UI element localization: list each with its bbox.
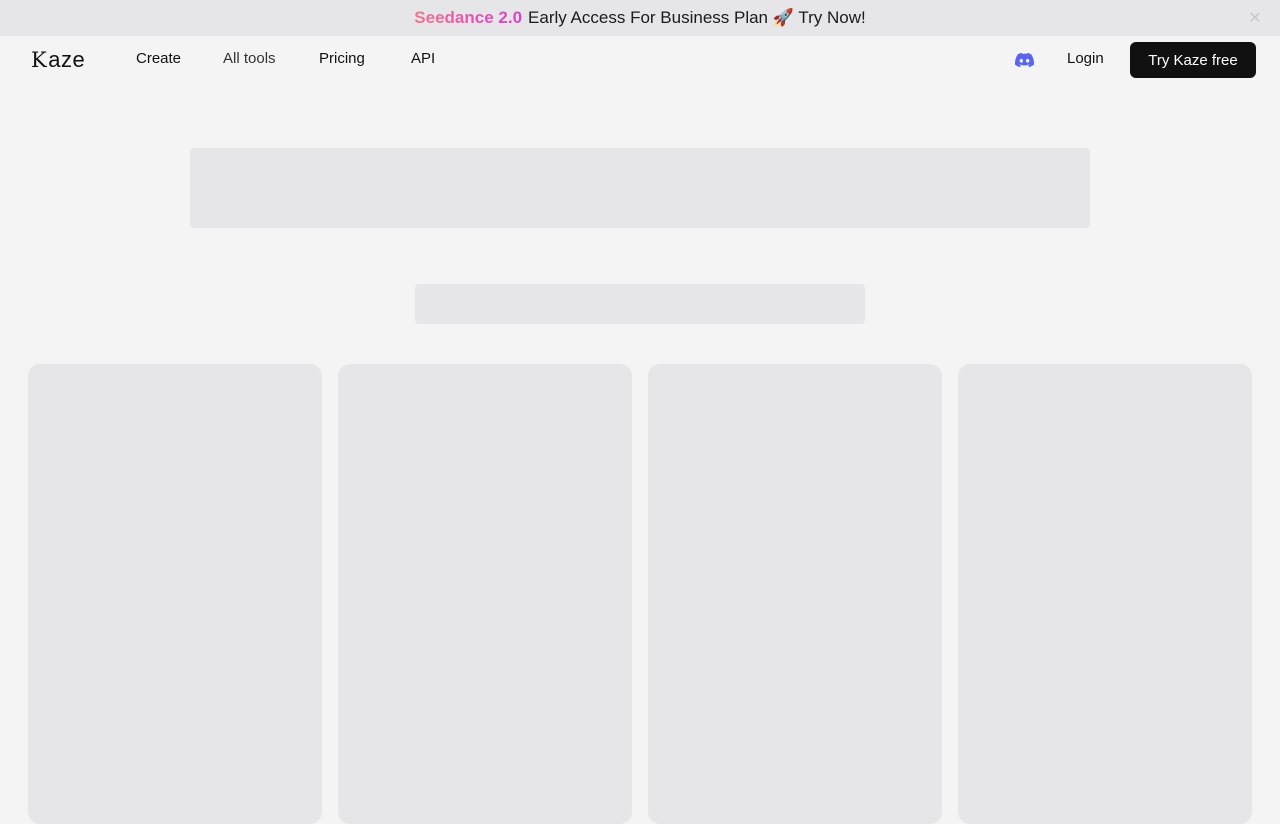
- login-link[interactable]: Login: [1067, 50, 1104, 67]
- try-free-button[interactable]: Try Kaze free: [1130, 42, 1256, 78]
- card-skeleton: [28, 364, 322, 824]
- promo-message[interactable]: Early Access For Business Plan 🚀 Try Now…: [528, 8, 866, 28]
- title-skeleton: [190, 148, 1090, 228]
- nav-api[interactable]: API: [411, 50, 435, 67]
- logo-text: aze: [48, 47, 86, 72]
- top-nav: Kaze Create All tools Pricing API Login …: [0, 36, 1280, 84]
- nav-create[interactable]: Create: [136, 50, 181, 67]
- logo[interactable]: Kaze: [31, 47, 86, 72]
- nav-all-tools[interactable]: All tools: [223, 50, 276, 67]
- card-skeleton: [958, 364, 1252, 824]
- promo-banner[interactable]: Seedance 2.0 Early Access For Business P…: [0, 0, 1280, 36]
- subtitle-skeleton: [415, 284, 865, 324]
- nav-pricing[interactable]: Pricing: [319, 50, 365, 67]
- card-skeleton: [338, 364, 632, 824]
- logo-k: K: [31, 48, 48, 72]
- close-icon[interactable]: ✕: [1246, 9, 1264, 27]
- discord-icon[interactable]: [1015, 52, 1035, 68]
- promo-label[interactable]: Seedance 2.0: [414, 8, 522, 28]
- card-skeleton: [648, 364, 942, 824]
